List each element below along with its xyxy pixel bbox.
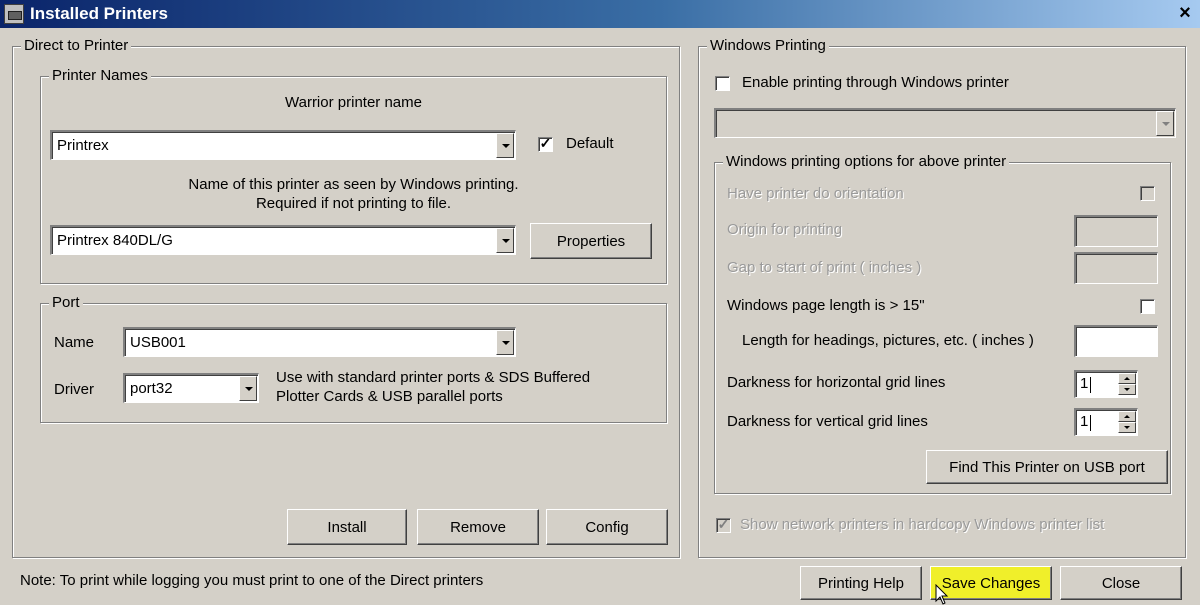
check-icon: ✓ <box>717 516 730 532</box>
chevron-down-icon[interactable] <box>1156 111 1174 136</box>
title-bar[interactable]: Installed Printers × <box>0 0 1200 28</box>
check-icon: ✓ <box>539 135 552 151</box>
gap-label: Gap to start of print ( inches ) <box>727 259 922 276</box>
spin-down-icon[interactable] <box>1118 384 1136 395</box>
enable-windows-printing-checkbox[interactable] <box>715 76 730 91</box>
driver-note-1: Use with standard printer ports & SDS Bu… <box>276 369 591 386</box>
windows-printer-list-select[interactable] <box>714 108 1176 138</box>
heading-length-input[interactable] <box>1074 325 1158 357</box>
spin-up-icon[interactable] <box>1118 373 1136 384</box>
driver-value: port32 <box>130 380 173 397</box>
chevron-down-icon[interactable] <box>496 228 514 253</box>
windows-printer-value: Printrex 840DL/G <box>57 232 173 249</box>
driver-label: Driver <box>54 381 94 398</box>
vertical-grid-value: 1 <box>1080 413 1092 431</box>
spin-up-icon[interactable] <box>1118 411 1136 422</box>
mouse-pointer-icon <box>935 584 949 605</box>
windows-printer-name-label-1: Name of this printer as seen by Windows … <box>188 176 519 193</box>
network-printers-checkbox[interactable]: ✓ <box>716 516 731 533</box>
footer-note: Note: To print while logging you must pr… <box>20 572 484 589</box>
printing-help-button[interactable]: Printing Help <box>800 566 922 600</box>
properties-button[interactable]: Properties <box>530 223 652 259</box>
printer-app-icon <box>4 4 24 24</box>
orientation-checkbox[interactable] <box>1140 186 1155 201</box>
remove-button[interactable]: Remove <box>417 509 539 545</box>
default-label: Default <box>566 135 614 152</box>
close-button[interactable]: Close <box>1060 566 1182 600</box>
origin-label: Origin for printing <box>727 221 843 238</box>
warrior-printer-select[interactable]: Printrex <box>50 130 516 160</box>
chevron-down-icon[interactable] <box>496 330 514 355</box>
horizontal-grid-spinner[interactable]: 1 <box>1074 370 1138 398</box>
spin-down-icon[interactable] <box>1118 422 1136 433</box>
install-button[interactable]: Install <box>287 509 407 545</box>
warrior-printer-name-label: Warrior printer name <box>285 94 422 111</box>
chevron-down-icon[interactable] <box>496 133 514 158</box>
enable-windows-printing-label: Enable printing through Windows printer <box>742 74 1009 91</box>
windows-printer-name-label-2: Required if not printing to file. <box>255 195 452 212</box>
config-button[interactable]: Config <box>546 509 668 545</box>
horizontal-grid-value: 1 <box>1080 375 1092 393</box>
orientation-label: Have printer do orientation <box>727 185 904 202</box>
window-title: Installed Printers <box>30 4 168 23</box>
port-name-value: USB001 <box>130 334 186 351</box>
vertical-grid-spinner[interactable]: 1 <box>1074 408 1138 436</box>
driver-note-2: Plotter Cards & USB parallel ports <box>276 388 503 405</box>
windows-printing-legend: Windows Printing <box>707 37 829 55</box>
close-window-button[interactable]: × <box>1174 2 1196 24</box>
page-length-label: Windows page length is > 15" <box>727 297 925 314</box>
windows-printer-select[interactable]: Printrex 840DL/G <box>50 225 516 255</box>
windows-options-legend: Windows printing options for above print… <box>723 153 1010 171</box>
port-name-select[interactable]: USB001 <box>123 327 516 357</box>
find-usb-printer-button[interactable]: Find This Printer on USB port <box>926 450 1168 484</box>
port-name-label: Name <box>54 334 95 351</box>
port-group: Port <box>40 294 667 423</box>
driver-select[interactable]: port32 <box>123 373 259 403</box>
warrior-printer-value: Printrex <box>57 137 109 154</box>
horizontal-grid-label: Darkness for horizontal grid lines <box>727 374 946 391</box>
origin-input[interactable] <box>1074 215 1158 247</box>
direct-to-printer-legend: Direct to Printer <box>21 37 132 55</box>
heading-length-label: Length for headings, pictures, etc. ( in… <box>742 332 1034 349</box>
port-legend: Port <box>49 294 83 312</box>
default-checkbox[interactable]: ✓ <box>538 135 553 152</box>
vertical-grid-label: Darkness for vertical grid lines <box>727 413 928 430</box>
page-length-checkbox[interactable] <box>1140 299 1155 314</box>
gap-input[interactable] <box>1074 252 1158 284</box>
chevron-down-icon[interactable] <box>239 376 257 401</box>
printer-names-legend: Printer Names <box>49 67 151 85</box>
network-printers-label: Show network printers in hardcopy Window… <box>740 516 1105 533</box>
